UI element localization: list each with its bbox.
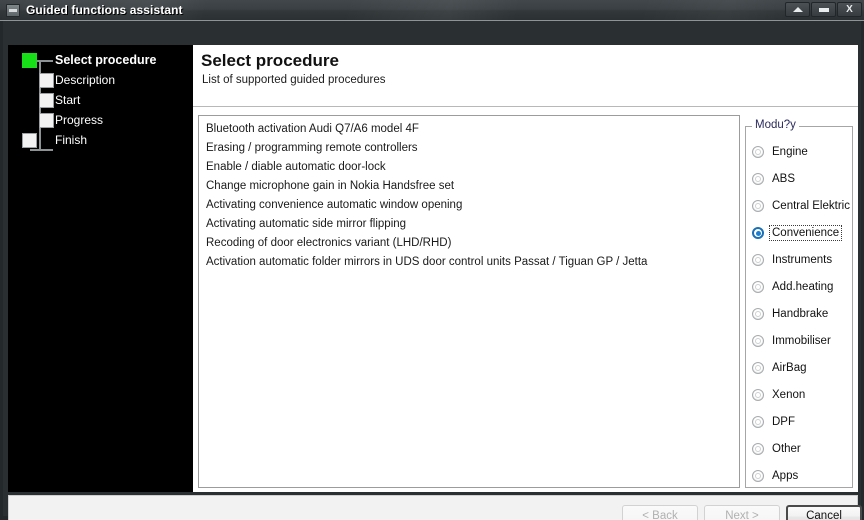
radio-icon bbox=[752, 146, 764, 158]
next-button[interactable]: Next > bbox=[704, 505, 780, 520]
procedure-list[interactable]: Bluetooth activation Audi Q7/A6 model 4F… bbox=[198, 115, 740, 488]
back-mnemonic: B bbox=[652, 510, 660, 520]
radio-option-engine[interactable]: Engine bbox=[752, 144, 810, 160]
window-title: Guided functions assistant bbox=[26, 3, 183, 17]
radio-icon bbox=[752, 254, 764, 266]
radio-label: Engine bbox=[772, 146, 808, 158]
step-marker-icon bbox=[39, 113, 54, 128]
radio-option-handbrake[interactable]: Handbrake bbox=[752, 306, 830, 322]
window-body: Select procedure Description Start Progr… bbox=[0, 21, 864, 520]
radio-option-add-heating[interactable]: Add.heating bbox=[752, 279, 835, 295]
minimize-icon bbox=[818, 7, 829, 12]
radio-icon bbox=[752, 416, 764, 428]
radio-label: Immobiliser bbox=[772, 335, 831, 347]
radio-label: Central Elektric bbox=[772, 200, 850, 212]
step-marker-icon bbox=[22, 53, 37, 68]
radio-option-immobiliser[interactable]: Immobiliser bbox=[752, 333, 833, 349]
radio-icon bbox=[752, 362, 764, 374]
radio-label: Convenience bbox=[768, 225, 843, 241]
radio-icon bbox=[752, 308, 764, 320]
button-bar: < Back Next > Cancel bbox=[8, 495, 862, 520]
radio-label: AirBag bbox=[772, 362, 807, 374]
radio-label: Apps bbox=[772, 470, 799, 482]
step-label: Progress bbox=[55, 113, 104, 127]
radio-label: Add.heating bbox=[772, 281, 834, 293]
list-item[interactable]: Enable / diable automatic door-lock bbox=[199, 158, 739, 177]
next-mnemonic: N bbox=[725, 510, 734, 520]
wizard-sidebar: Select procedure Description Start Progr… bbox=[8, 45, 193, 492]
fieldset-legend: Modu?y bbox=[752, 119, 799, 131]
content-pane: Select procedure List of supported guide… bbox=[193, 45, 858, 492]
list-item[interactable]: Bluetooth activation Audi Q7/A6 model 4F bbox=[199, 120, 739, 139]
page-title: Select procedure bbox=[201, 51, 339, 70]
step-marker-icon bbox=[39, 93, 54, 108]
triangle-up-icon bbox=[792, 6, 803, 12]
list-item[interactable]: Activation automatic folder mirrors in U… bbox=[199, 253, 739, 272]
minimize-button[interactable] bbox=[811, 2, 836, 17]
radio-option-abs[interactable]: ABS bbox=[752, 171, 797, 187]
radio-option-xenon[interactable]: Xenon bbox=[752, 387, 807, 403]
back-button[interactable]: < Back bbox=[622, 505, 698, 520]
title-bar: Guided functions assistant X bbox=[0, 0, 864, 21]
radio-icon bbox=[752, 389, 764, 401]
step-label: Finish bbox=[55, 133, 88, 147]
step-marker-icon bbox=[22, 133, 37, 148]
radio-option-instruments[interactable]: Instruments bbox=[752, 252, 834, 268]
radio-icon bbox=[752, 470, 764, 482]
connector-line-stub-1 bbox=[39, 60, 53, 62]
list-item[interactable]: Change microphone gain in Nokia Handsfre… bbox=[199, 177, 739, 196]
close-icon: X bbox=[846, 4, 853, 15]
list-item[interactable]: Erasing / programming remote controllers bbox=[199, 139, 739, 158]
page-header: Select procedure List of supported guide… bbox=[193, 45, 858, 107]
step-marker-icon bbox=[39, 73, 54, 88]
radio-label: DPF bbox=[772, 416, 795, 428]
radio-label: Other bbox=[772, 443, 801, 455]
radio-option-other[interactable]: Other bbox=[752, 441, 803, 457]
radio-label: Instruments bbox=[772, 254, 833, 266]
radio-option-central-elektric[interactable]: Central Elektric bbox=[752, 198, 852, 214]
step-label: Description bbox=[55, 73, 116, 87]
restore-button[interactable] bbox=[785, 2, 810, 17]
connector-line-stub-5 bbox=[30, 149, 53, 151]
radio-icon bbox=[752, 200, 764, 212]
step-label: Start bbox=[55, 93, 81, 107]
radio-label: Xenon bbox=[772, 389, 806, 401]
list-item[interactable]: Recoding of door electronics variant (LH… bbox=[199, 234, 739, 253]
radio-icon bbox=[752, 281, 764, 293]
radio-option-apps[interactable]: Apps bbox=[752, 468, 800, 484]
radio-label: ABS bbox=[772, 173, 796, 185]
page-subtitle: List of supported guided procedures bbox=[202, 74, 386, 86]
guided-functions-window: Guided functions assistant X Select proc… bbox=[0, 0, 864, 520]
window-icon bbox=[6, 4, 20, 17]
radio-icon bbox=[752, 443, 764, 455]
radio-label: Handbrake bbox=[772, 308, 829, 320]
cancel-button[interactable]: Cancel bbox=[786, 505, 862, 520]
modules-fieldset: Modu?y Engine ABS Central Elektric Conve… bbox=[745, 119, 853, 488]
list-item[interactable]: Activating convenience automatic window … bbox=[199, 196, 739, 215]
radio-icon-selected bbox=[752, 227, 764, 239]
close-button[interactable]: X bbox=[837, 2, 862, 17]
radio-option-convenience[interactable]: Convenience bbox=[752, 225, 843, 241]
radio-icon bbox=[752, 173, 764, 185]
radio-option-airbag[interactable]: AirBag bbox=[752, 360, 809, 376]
list-item[interactable]: Activating automatic side mirror flippin… bbox=[199, 215, 739, 234]
step-label: Select procedure bbox=[55, 53, 157, 67]
radio-option-dpf[interactable]: DPF bbox=[752, 414, 797, 430]
radio-icon bbox=[752, 335, 764, 347]
